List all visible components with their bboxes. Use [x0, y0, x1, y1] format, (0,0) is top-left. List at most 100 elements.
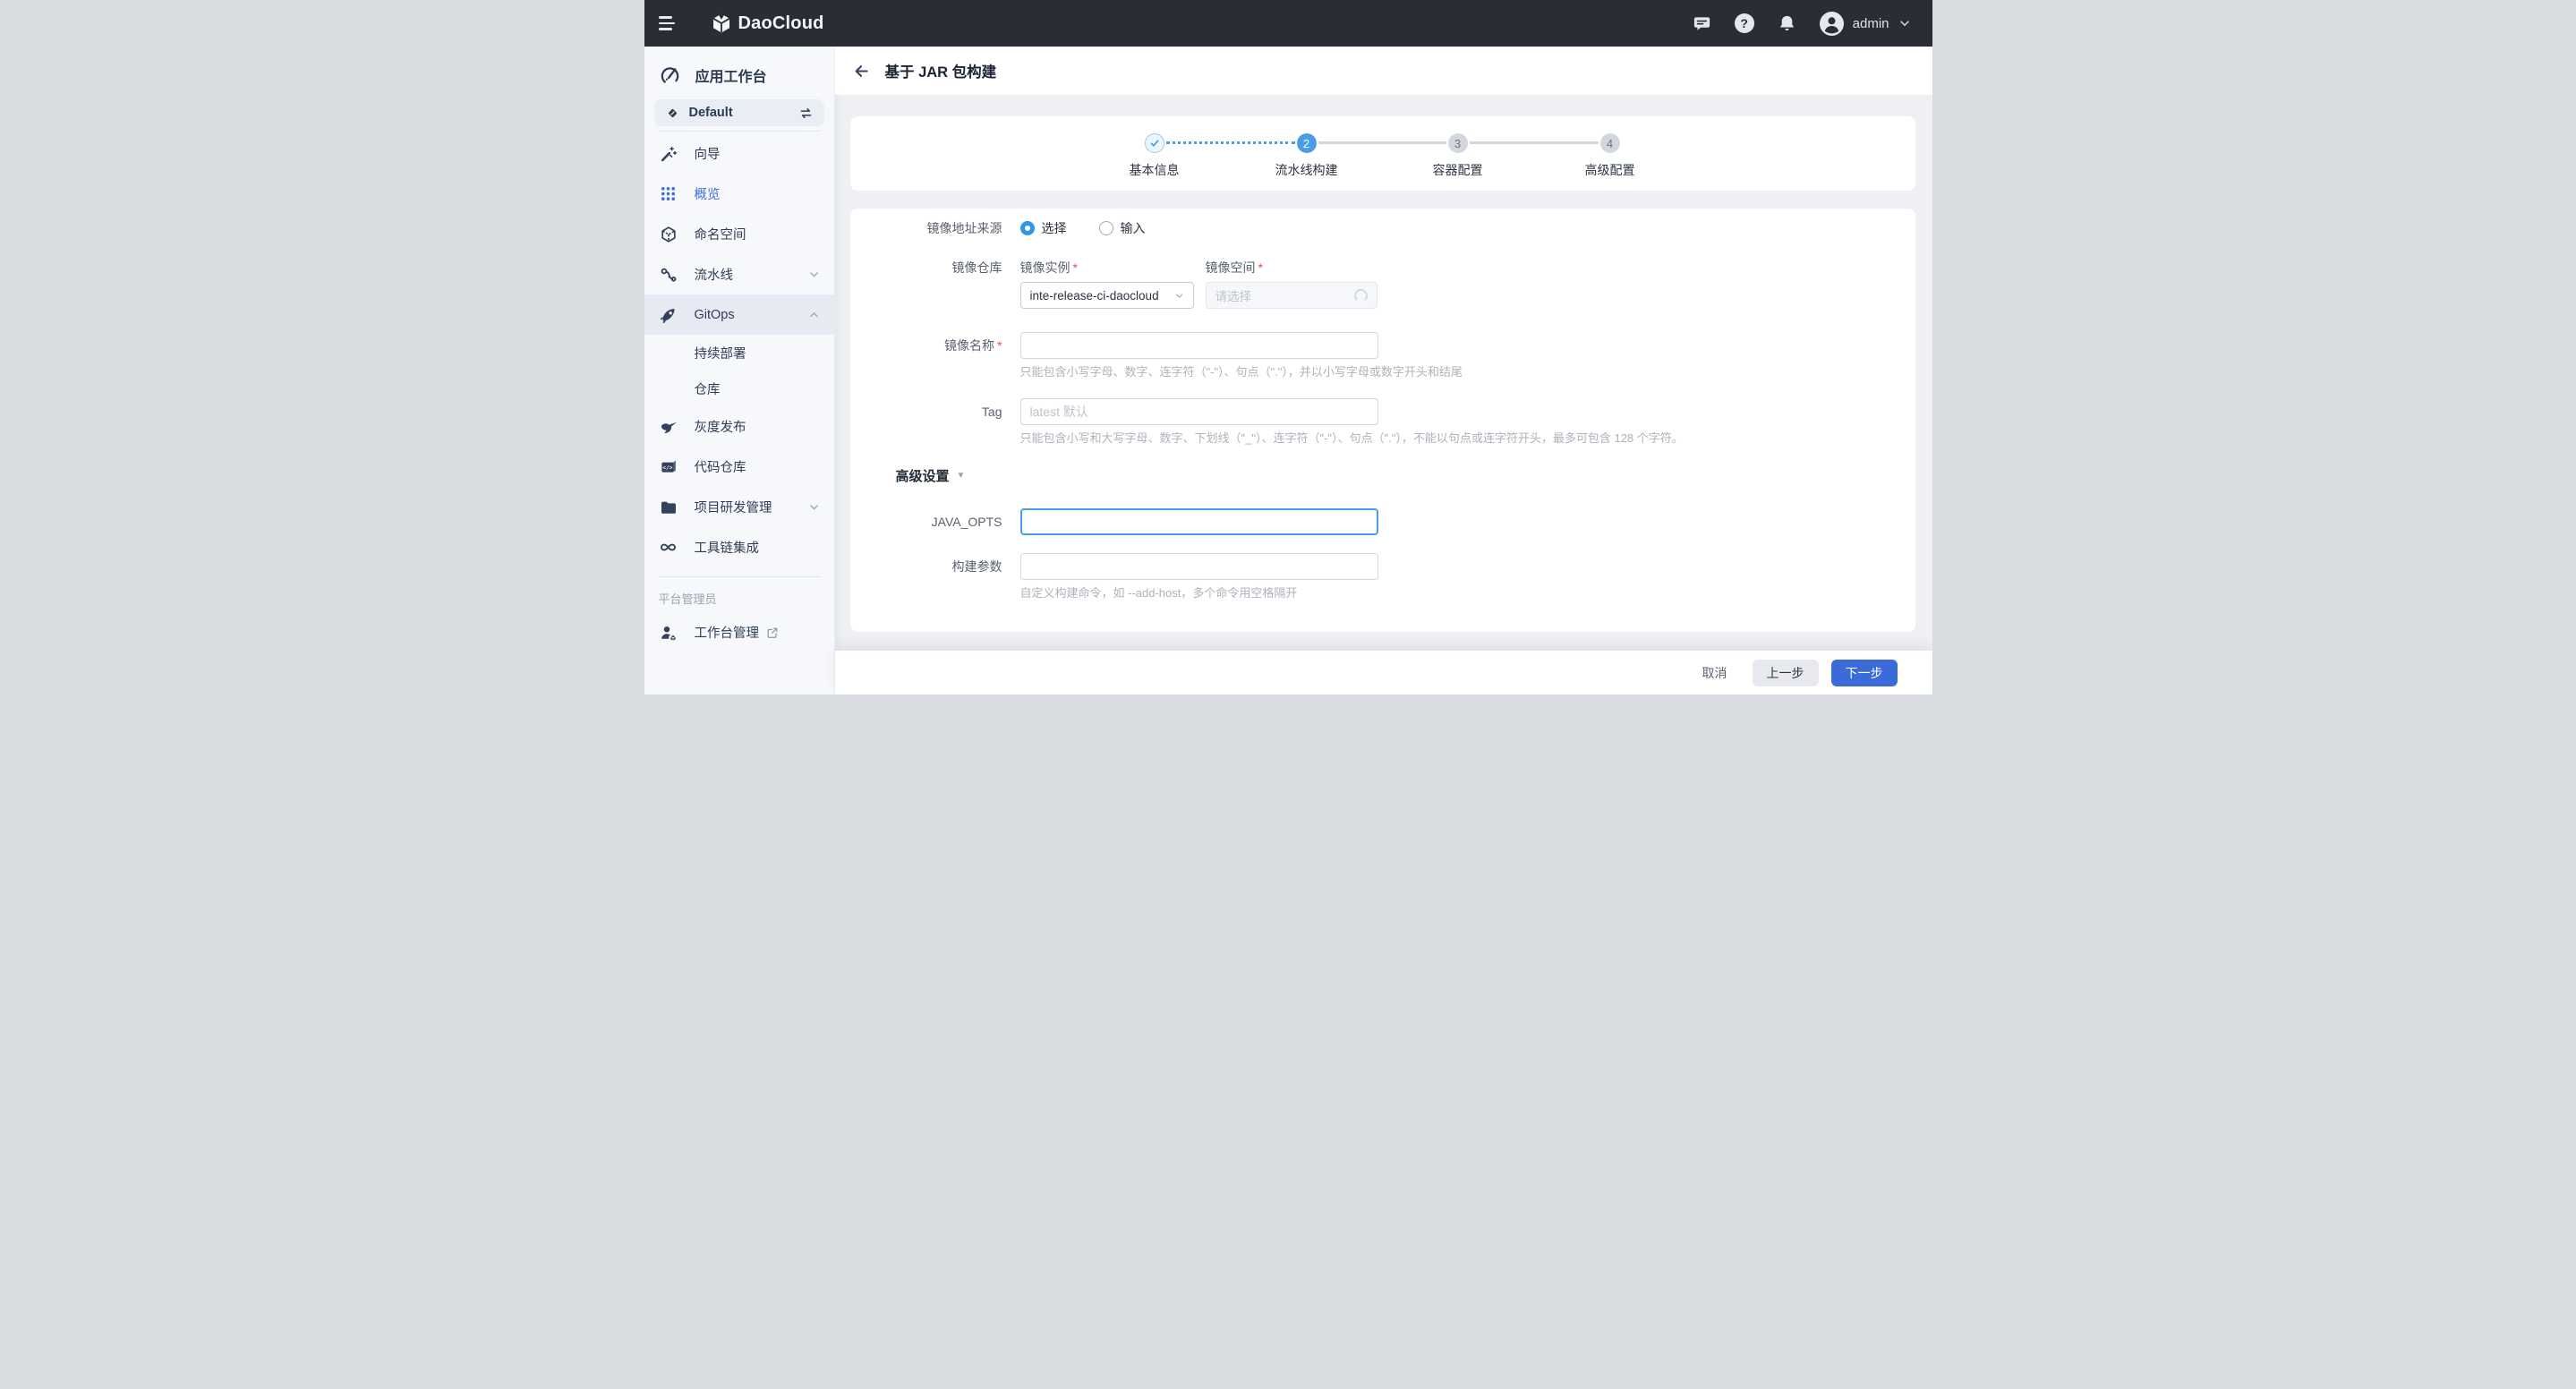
required-asterisk: *	[997, 338, 1002, 353]
sidebar: 应用工作台 Default 向导	[644, 47, 835, 694]
sidebar-item-namespaces[interactable]: 命名空间	[644, 214, 834, 254]
step-4-circle: 4	[1600, 133, 1620, 153]
sidebar-item-gray-release[interactable]: 灰度发布	[644, 406, 834, 447]
chevron-down-icon	[1174, 291, 1184, 301]
sidebar-item-pipelines[interactable]: 流水线	[644, 254, 834, 294]
workspace-name: Default	[689, 106, 789, 120]
user-cube-icon	[659, 624, 678, 642]
advanced-settings-label: 高级设置	[896, 466, 950, 485]
radio-option-input[interactable]: 输入	[1099, 219, 1146, 237]
build-args-row: 构建参数 自定义构建命令，如 --add-host，多个命令用空格隔开	[850, 553, 1915, 600]
advanced-settings-toggle[interactable]: 高级设置 ▼	[896, 466, 1915, 485]
sidebar-item-label: 命名空间	[695, 225, 746, 243]
sidebar-item-repositories[interactable]: 仓库	[644, 371, 834, 406]
select-placeholder: 请选择	[1215, 286, 1252, 304]
external-link-icon	[766, 626, 779, 639]
previous-step-button[interactable]: 上一步	[1753, 660, 1819, 686]
help-icon[interactable]: ?	[1735, 13, 1754, 33]
chevron-down-icon	[808, 501, 820, 513]
sidebar-item-gitops[interactable]: GitOps	[644, 294, 834, 335]
radio-label: 选择	[1042, 219, 1067, 237]
registry-space-label: 镜像空间*	[1206, 260, 1378, 275]
daocloud-logo-icon	[711, 13, 732, 34]
chevron-up-icon	[808, 309, 820, 320]
content-scroll-area: 2 3 4 基本信息 流水线构建 容器配置 高级配置 镜像地址来源	[835, 95, 1932, 651]
sidebar-item-label: 仓库	[695, 379, 721, 398]
build-args-helper: 自定义构建命令，如 --add-host，多个命令用空格隔开	[1020, 587, 1378, 600]
build-args-input[interactable]	[1020, 553, 1378, 580]
stepper: 2 3 4 基本信息 流水线构建 容器配置 高级配置	[850, 116, 1915, 191]
radio-label: 输入	[1121, 219, 1146, 237]
required-asterisk: *	[1073, 260, 1078, 275]
build-args-label: 构建参数	[850, 553, 1020, 600]
infinity-icon	[659, 538, 678, 557]
sidebar-item-toolchain[interactable]: 工具链集成	[644, 527, 834, 567]
pipeline-icon	[659, 266, 678, 284]
tag-label: Tag	[850, 398, 1020, 445]
sidebar-item-continuous-deploy[interactable]: 持续部署	[644, 335, 834, 371]
sidebar-item-label: 流水线	[695, 265, 734, 284]
java-opts-input[interactable]	[1020, 508, 1378, 535]
registry-group-label: 镜像仓库	[850, 260, 1020, 309]
java-opts-label: JAVA_OPTS	[850, 508, 1020, 535]
step-connector	[1470, 141, 1599, 144]
chevron-down-icon	[1898, 17, 1911, 30]
select-value: inte-release-ci-daocloud	[1030, 289, 1159, 303]
hamburger-menu-icon[interactable]	[659, 16, 678, 30]
sidebar-item-workbench-mgmt[interactable]: 工作台管理	[644, 612, 834, 652]
sidebar-item-wizard[interactable]: 向导	[644, 133, 834, 174]
avatar	[1820, 12, 1844, 36]
step-2-circle: 2	[1297, 133, 1317, 153]
workspace-switch-icon[interactable]	[798, 106, 814, 121]
step-connector-done	[1166, 141, 1295, 144]
wizard-wand-icon	[659, 145, 678, 163]
image-source-label: 镜像地址来源	[850, 219, 1020, 237]
next-step-button[interactable]: 下一步	[1831, 660, 1898, 686]
sidebar-item-label: GitOps	[695, 308, 735, 322]
sidebar-item-label: 概览	[695, 184, 721, 203]
image-registry-row: 镜像仓库 镜像实例* inte-release-ci-daocloud 镜像空	[850, 260, 1915, 309]
brand-logo[interactable]: DaoCloud	[711, 13, 824, 34]
back-arrow-icon[interactable]	[852, 62, 871, 81]
step-3-label: 容器配置	[1433, 161, 1483, 179]
step-1-circle	[1145, 133, 1164, 153]
pipeline-build-form: 镜像地址来源 选择 输入	[850, 209, 1915, 632]
tag-input[interactable]	[1020, 398, 1378, 425]
required-asterisk: *	[1258, 260, 1263, 275]
user-menu[interactable]: admin	[1820, 12, 1911, 36]
sidebar-item-overview[interactable]: 概览	[644, 174, 834, 214]
brand-name: DaoCloud	[738, 13, 824, 34]
image-name-input[interactable]	[1020, 332, 1378, 359]
radio-selected-icon	[1020, 221, 1035, 235]
sidebar-item-label: 持续部署	[695, 344, 746, 362]
chevron-down-icon	[808, 268, 820, 280]
image-name-row: 镜像名称* 只能包含小写字母、数字、连字符（"-"）、句点（"."），并以小写字…	[850, 332, 1915, 379]
image-source-row: 镜像地址来源 选择 输入	[850, 219, 1915, 237]
notification-bell-icon[interactable]	[1778, 14, 1796, 33]
wizard-footer-bar: 取消 上一步 下一步	[835, 651, 1932, 694]
collapse-triangle-icon: ▼	[957, 471, 966, 481]
message-icon[interactable]	[1693, 14, 1711, 33]
sidebar-item-label: 项目研发管理	[695, 498, 772, 516]
step-2-label: 流水线构建	[1275, 161, 1338, 179]
image-name-label: 镜像名称*	[850, 332, 1020, 379]
sidebar-app-title: 应用工作台	[695, 64, 767, 86]
registry-space-select[interactable]: 请选择	[1206, 282, 1378, 309]
workspace-selector[interactable]: Default	[654, 99, 824, 126]
page-title-bar: 基于 JAR 包构建	[835, 47, 1932, 95]
overview-grid-icon	[659, 185, 678, 202]
code-repository-icon: </>	[659, 458, 678, 476]
step-4-label: 高级配置	[1585, 161, 1635, 179]
sidebar-app-workbench[interactable]: 应用工作台	[644, 47, 834, 93]
registry-instance-field: 镜像实例* inte-release-ci-daocloud	[1020, 260, 1194, 309]
sidebar-nav: 向导 概览 命名空间	[644, 132, 834, 567]
workspace-icon	[665, 106, 680, 121]
cancel-button[interactable]: 取消	[1699, 660, 1731, 686]
registry-instance-select[interactable]: inte-release-ci-daocloud	[1020, 282, 1194, 309]
tag-row: Tag 只能包含小写和大写字母、数字、下划线（"_"）、连字符（"-"）、句点（…	[850, 398, 1915, 445]
radio-option-select[interactable]: 选择	[1020, 219, 1067, 237]
sidebar-section-label: 平台管理员	[659, 590, 820, 607]
sidebar-item-project-mgmt[interactable]: 项目研发管理	[644, 487, 834, 527]
tag-helper: 只能包含小写和大写字母、数字、下划线（"_"）、连字符（"-"）、句点（"."）…	[1020, 432, 1684, 445]
sidebar-item-code-repo[interactable]: </> 代码仓库	[644, 447, 834, 487]
